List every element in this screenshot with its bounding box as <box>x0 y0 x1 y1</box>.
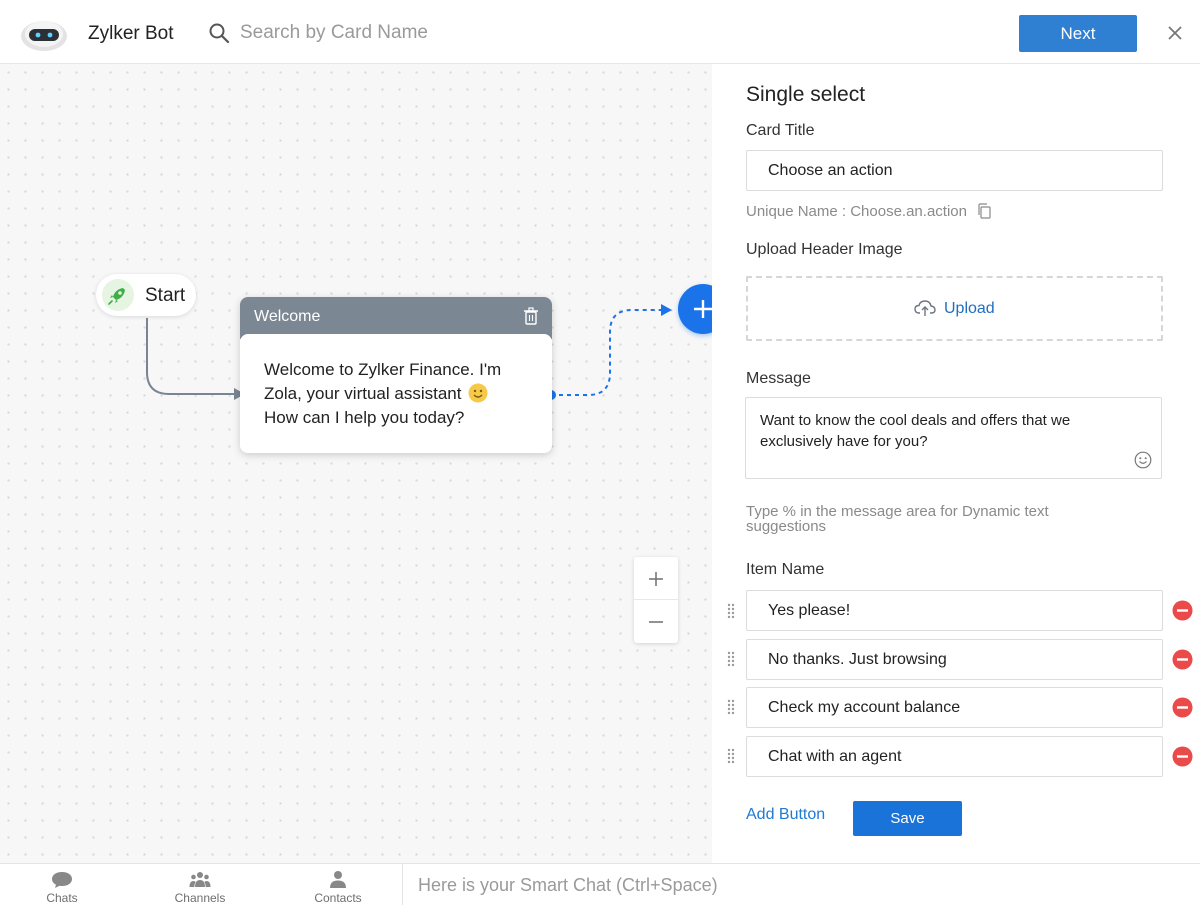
drag-handle-icon[interactable] <box>726 699 736 715</box>
remove-item-icon[interactable] <box>1172 600 1193 621</box>
tab-contacts-label: Contacts <box>314 891 362 905</box>
dynamic-text-hint: Type % in the message area for Dynamic t… <box>746 503 1049 535</box>
remove-item-icon[interactable] <box>1172 746 1193 767</box>
start-node[interactable]: Start <box>96 274 196 316</box>
tab-chats-label: Chats <box>46 891 78 905</box>
unique-name: Unique Name : Choose.an.action <box>746 203 991 220</box>
add-button-link[interactable]: Add Button <box>746 806 825 824</box>
drag-handle-icon[interactable] <box>726 748 736 764</box>
smart-chat-input[interactable] <box>418 872 1178 898</box>
close-icon[interactable] <box>1164 22 1186 44</box>
item-name-value: Yes please! <box>768 602 851 619</box>
copy-icon[interactable] <box>977 203 991 219</box>
cloud-upload-icon <box>914 300 936 316</box>
zoom-controls <box>634 557 678 643</box>
panel-title: Single select <box>746 83 866 106</box>
card-settings-panel: Single select Card Title Choose an actio… <box>712 64 1200 863</box>
item-field[interactable]: Check my account balance <box>746 687 1163 728</box>
search-icon <box>209 23 230 44</box>
remove-item-icon[interactable] <box>1172 649 1193 670</box>
welcome-card-title: Welcome <box>254 308 321 325</box>
message-textarea[interactable]: Want to know the cool deals and offers t… <box>745 397 1162 479</box>
bot-avatar-icon <box>21 21 67 51</box>
item-name-value: Chat with an agent <box>768 748 902 765</box>
top-bar: Zylker Bot Next <box>0 0 1200 64</box>
card-title-label: Card Title <box>746 122 815 139</box>
upload-header-label: Upload Header Image <box>746 241 903 258</box>
unique-name-text: Unique Name : Choose.an.action <box>746 203 967 220</box>
item-name-value: No thanks. Just browsing <box>768 651 947 668</box>
zoom-out-icon <box>649 621 663 623</box>
item-field[interactable]: Chat with an agent <box>746 736 1163 777</box>
drag-handle-icon[interactable] <box>726 603 736 619</box>
flow-canvas[interactable] <box>0 64 712 863</box>
tab-channels-label: Channels <box>174 891 226 905</box>
message-text: Want to know the cool deals and offers t… <box>760 412 1071 450</box>
zoom-in-button[interactable] <box>634 557 678 600</box>
rocket-icon <box>102 279 134 311</box>
welcome-card[interactable]: Welcome Welcome to Zylker Finance. I'm Z… <box>240 297 552 453</box>
contacts-icon <box>330 871 346 888</box>
bottom-bar: Chats Channels Contacts <box>0 863 1200 905</box>
next-button[interactable]: Next <box>1019 15 1137 52</box>
channels-icon <box>189 872 211 887</box>
tab-contacts[interactable]: Contacts <box>298 864 378 905</box>
welcome-message-line2: How can I help you today? <box>264 408 465 427</box>
welcome-card-body: Welcome to Zylker Finance. I'm Zola, you… <box>240 334 552 453</box>
item-name-value: Check my account balance <box>768 699 961 716</box>
welcome-card-header: Welcome <box>240 297 552 339</box>
search-input[interactable] <box>240 18 640 48</box>
emoji-icon[interactable] <box>1134 451 1152 469</box>
item-field[interactable]: No thanks. Just browsing <box>746 639 1163 680</box>
smiley-emoji-icon <box>468 383 488 403</box>
trash-icon[interactable] <box>523 307 539 325</box>
zoom-out-button[interactable] <box>634 600 678 643</box>
card-title-field[interactable]: Choose an action <box>746 150 1163 191</box>
tab-channels[interactable]: Channels <box>160 864 240 905</box>
drag-handle-icon[interactable] <box>726 651 736 667</box>
plus-icon <box>694 300 712 318</box>
zoom-in-icon <box>649 572 663 586</box>
upload-dropzone[interactable]: Upload <box>746 276 1163 341</box>
save-button[interactable]: Save <box>853 801 962 836</box>
welcome-message: Welcome to Zylker Finance. I'm Zola, you… <box>264 358 534 430</box>
tab-chats[interactable]: Chats <box>22 864 102 905</box>
message-label: Message <box>746 370 811 387</box>
item-field[interactable]: Yes please! <box>746 590 1163 631</box>
bot-name: Zylker Bot <box>88 23 174 44</box>
item-name-label: Item Name <box>746 561 825 578</box>
welcome-message-text: Welcome to Zylker Finance. I'm Zola, you… <box>264 360 502 403</box>
upload-label: Upload <box>944 300 995 317</box>
card-title-value: Choose an action <box>768 162 893 179</box>
start-label: Start <box>145 285 186 306</box>
smart-chat-bar <box>402 864 1200 905</box>
chat-bubble-icon <box>52 872 72 888</box>
remove-item-icon[interactable] <box>1172 697 1193 718</box>
